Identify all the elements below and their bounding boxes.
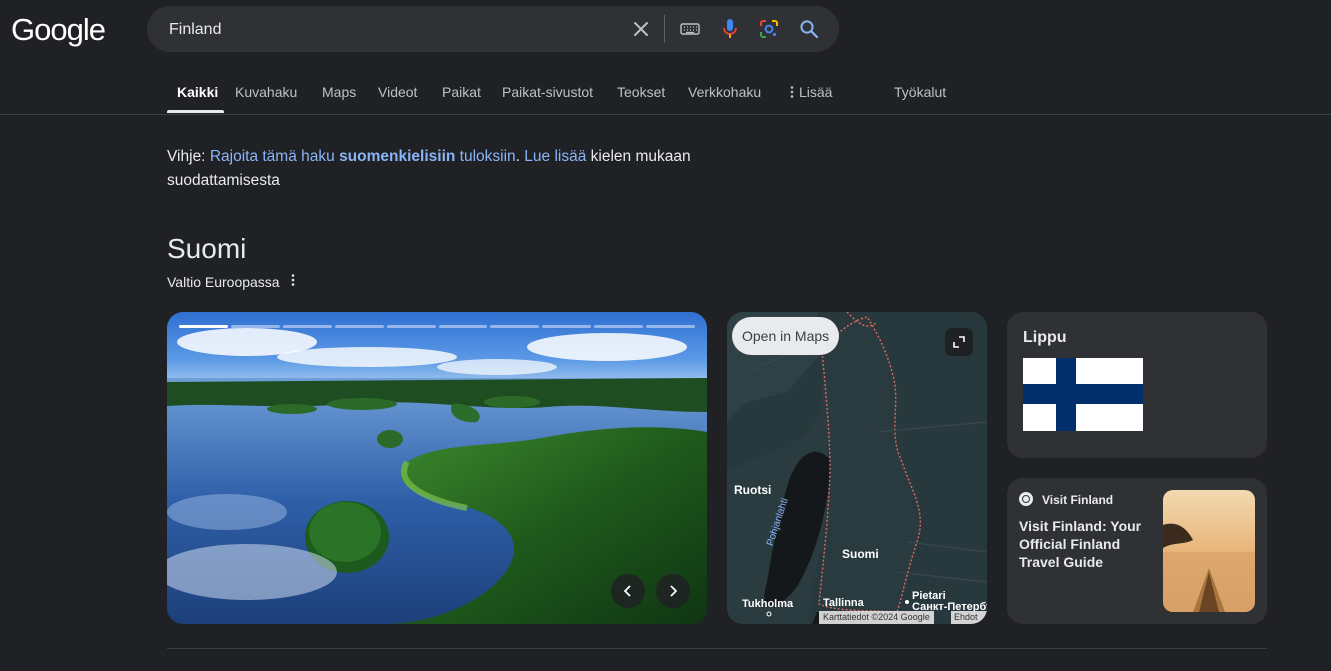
expand-map-button[interactable]: [945, 328, 973, 356]
tab-kuvahaku[interactable]: Kuvahaku: [235, 84, 297, 100]
tab-paikat[interactable]: Paikat: [442, 84, 481, 100]
map-label-tallinn: Tallinna: [823, 597, 864, 609]
fullscreen-icon: [953, 336, 965, 348]
search-input[interactable]: [167, 6, 611, 54]
tab-paikat-sivustot[interactable]: Paikat-sivustot: [502, 84, 593, 100]
google-logo[interactable]: Google: [11, 12, 106, 48]
previous-image-button[interactable]: [611, 574, 645, 608]
visit-finland-favicon-icon: [1019, 492, 1033, 506]
search-divider: [664, 15, 665, 43]
hint-link-text: Rajoita tämä haku: [209, 148, 340, 165]
chevron-right-icon: [670, 585, 678, 597]
keyboard-icon[interactable]: [678, 17, 702, 41]
tab-verkkohaku[interactable]: Verkkohaku: [688, 84, 761, 100]
hint-restrict-link[interactable]: Rajoita tämä haku suomenkielisiin tuloks…: [210, 148, 516, 165]
tab-teokset[interactable]: Teokset: [617, 84, 665, 100]
knowledge-panel-title: Suomi: [167, 233, 247, 264]
hint-language: suomenkielisiin: [339, 148, 456, 165]
map-graphic: [727, 312, 987, 624]
language-hint: Vihje: Rajoita tämä haku suomenkielisiin…: [167, 145, 727, 193]
more-vert-icon: [790, 86, 794, 98]
flag-card-title: Lippu: [1023, 329, 1067, 346]
map-label-finland: Suomi: [842, 547, 879, 561]
section-divider: [167, 648, 1267, 649]
clear-icon[interactable]: [629, 17, 653, 41]
voice-search-icon[interactable]: [718, 17, 742, 41]
visit-finland-source: Visit Finland: [1042, 493, 1114, 507]
knowledge-panel-menu-icon[interactable]: [290, 273, 296, 291]
next-image-button[interactable]: [656, 574, 690, 608]
hint-link-text-2: tuloksiin: [455, 148, 516, 165]
map-label-stockholm: Tukholma: [742, 598, 794, 610]
search-bar: [147, 6, 839, 54]
hint-dot: .: [515, 148, 525, 165]
tab-videot[interactable]: Videot: [378, 84, 417, 100]
active-tab-indicator: [167, 110, 224, 113]
finland-flag-image: [1023, 358, 1143, 431]
search-icon[interactable]: [797, 17, 821, 41]
search-tabs: Kaikki Kuvahaku Maps Videot Paikat Paika…: [0, 72, 1331, 115]
hint-read-more-link[interactable]: Lue lisää: [524, 148, 586, 165]
map-credit: Karttatiedot ©2024 Google: [819, 611, 934, 624]
flag-card[interactable]: Lippu: [1007, 312, 1267, 458]
knowledge-panel-subtitle: Valtio Euroopassa: [167, 274, 280, 290]
hint-prefix: Vihje:: [167, 148, 210, 165]
map-terms-link[interactable]: Ehdot: [951, 611, 987, 624]
visit-finland-title: Visit Finland: Your Official Finland Tra…: [1019, 518, 1142, 570]
slideshow-progress: [179, 325, 696, 328]
visit-finland-thumbnail: [1163, 490, 1255, 612]
tools-button[interactable]: Työkalut: [894, 84, 946, 100]
chevron-left-icon: [623, 585, 631, 597]
open-in-maps-button[interactable]: Open in Maps: [732, 317, 840, 355]
visit-finland-card[interactable]: Visit Finland Visit Finland: Your Offici…: [1007, 478, 1267, 624]
tab-maps[interactable]: Maps: [322, 84, 356, 100]
tab-kaikki[interactable]: Kaikki: [177, 84, 218, 100]
tab-more[interactable]: Lisää: [789, 84, 832, 100]
finland-map[interactable]: Open in Maps Ruotsi Suomi Tukholma Talli…: [727, 312, 987, 624]
lens-icon[interactable]: [757, 17, 781, 41]
finland-lake-photo[interactable]: [167, 312, 707, 624]
tab-more-label: Lisää: [799, 84, 833, 100]
map-label-sweden: Ruotsi: [734, 483, 772, 497]
